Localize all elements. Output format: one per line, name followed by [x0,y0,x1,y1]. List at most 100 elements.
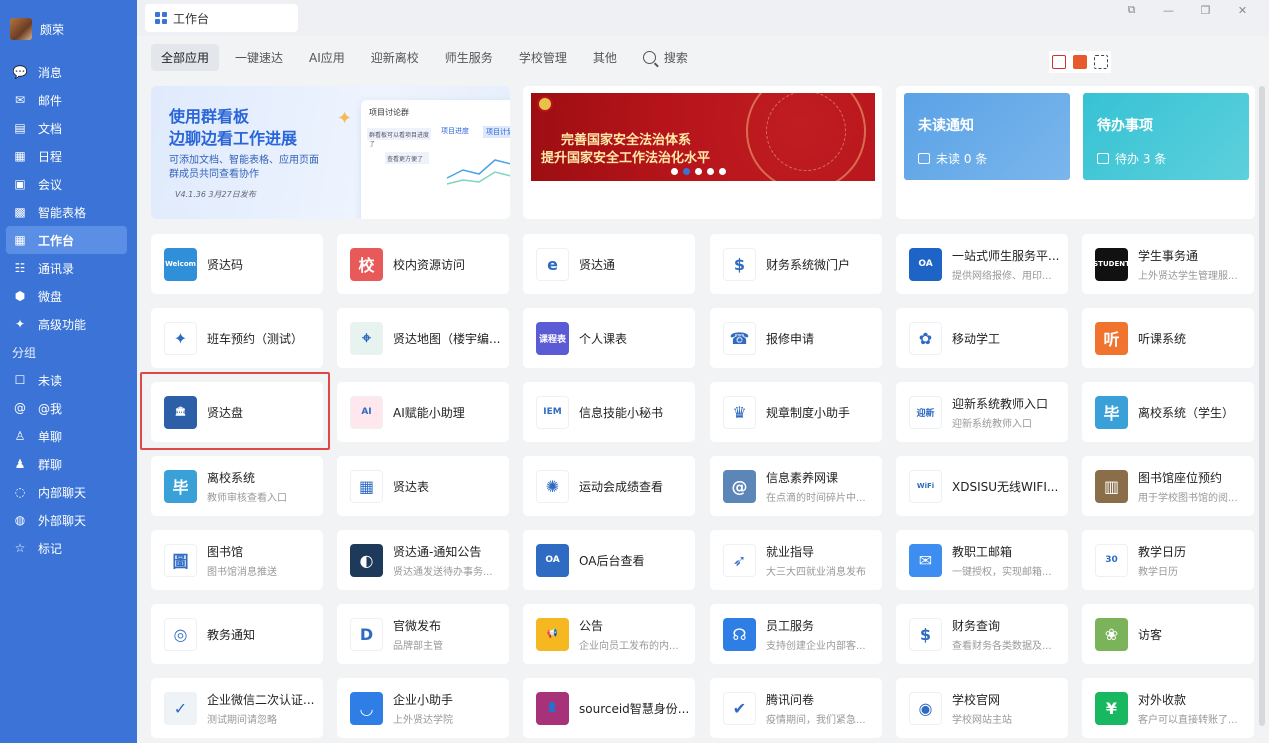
carousel-dot[interactable] [719,168,726,175]
plugin-icon-a[interactable] [1052,55,1067,69]
category-tab[interactable]: 学校管理 [509,44,577,71]
app-tile[interactable]: $ 财务系统微门户 [710,234,882,294]
app-tile[interactable]: ◉ 学校官网 学校网站主站 [896,678,1068,738]
search-button[interactable]: 搜索 [633,44,698,71]
app-tile[interactable]: ➶ 就业指导 大三大四就业消息发布 [710,530,882,590]
maximize-icon[interactable]: ❐ [1187,2,1224,18]
unread-title: 未读通知 [918,118,974,134]
app-tile[interactable]: OA OA后台查看 [523,530,695,590]
minimize-icon[interactable]: — [1150,2,1187,18]
app-name: 信息素养网课 [766,470,839,485]
app-tile[interactable]: ¥ 对外收款 客户可以直接转账了... [1082,678,1254,738]
notice-panel: 未读通知 未读 0 条 待办事项 待办 3 条 [896,86,1255,219]
app-desc: 教师审核查看入口 [207,492,287,504]
app-tile[interactable]: ◡ 企业小助手 上外贤达学院 [337,678,509,738]
app-tile[interactable]: D 官微发布 品牌部主管 [337,604,509,664]
app-icon: WiFi [909,469,942,503]
sidebar-item-mail[interactable]: ✉ 邮件 [0,86,137,114]
promo-mockup: 项目讨论群 群看板可以看项目进度了 查看更方便了 项目进度 项目计划 [361,100,510,219]
app-tile[interactable]: WiFi XDSISU无线WIFI... [896,456,1068,516]
sidebar-item-meeting[interactable]: ▣ 会议 [0,170,137,198]
carousel-dot[interactable] [683,168,690,175]
sidebar-item-drive[interactable]: ⬢ 微盘 [0,282,137,310]
app-tile[interactable]: e 贤达通 [523,234,695,294]
scrollbar[interactable] [1259,86,1265,726]
app-tile[interactable]: OA 一站式师生服务平... 提供网络报修、用印... [896,234,1068,294]
sidebar-group-star[interactable]: ☆ 标记 [0,534,137,562]
app-tile[interactable]: 校校内资源访问 [337,234,509,294]
todo-card[interactable]: 待办事项 待办 3 条 [1083,93,1249,180]
app-tile[interactable]: IEM 信息技能小秘书 [523,382,695,442]
sidebar-group-internal-chat[interactable]: ◌ 内部聊天 [0,478,137,506]
app-tile[interactable]: 🏛 贤达盘 [151,382,323,442]
app-tile[interactable]: ❀ 访客 [1082,604,1254,664]
sidebar-group-single-chat[interactable]: ♙ 单聊 [0,422,137,450]
app-tile[interactable]: ✦ 班车预约（测试） [151,308,323,368]
sidebar-item-document[interactable]: ▤ 文档 [0,114,137,142]
sidebar-item-message[interactable]: 💬 消息 [0,58,137,86]
sidebar-item-contacts[interactable]: ☷ 通讯录 [0,254,137,282]
carousel-slide[interactable]: 完善国家安全法治体系 提升国家安全工作法治化水平 [531,93,875,181]
carousel-dot[interactable] [671,168,678,175]
app-tile[interactable]: 听听课系统 [1082,308,1254,368]
news-carousel[interactable]: 完善国家安全法治体系 提升国家安全工作法治化水平 [523,86,882,219]
scan-icon[interactable] [1093,55,1108,69]
app-tile[interactable]: ◐ 贤达通-通知公告 贤达通发送待办事务... [337,530,509,590]
app-name: 报修申请 [766,331,815,346]
app-tile[interactable]: ✉ 教职工邮箱 一键授权，实现邮箱... [896,530,1068,590]
app-tile[interactable]: @ 信息素养网课 在点滴的时间碎片中... [710,456,882,516]
category-label: 搜索 [663,51,688,65]
app-tile[interactable]: ◎ 教务通知 [151,604,323,664]
close-icon[interactable]: ✕ [1224,2,1261,18]
app-tile[interactable]: 圖图书馆 图书馆消息推送 [151,530,323,590]
app-icon: AI [350,395,383,429]
app-tile[interactable]: 迎新 迎新系统教师入口 迎新系统教师入口 [896,382,1068,442]
app-tile[interactable]: ☎ 报修申请 [710,308,882,368]
sidebar-item-workbench[interactable]: ▦ 工作台 [6,226,127,254]
profile[interactable]: 颇荣 [0,0,137,58]
app-tile[interactable]: 毕离校系统（学生） [1082,382,1254,442]
tab-workbench[interactable]: 工作台 [145,4,298,32]
app-tile[interactable]: AI AI赋能小助理 [337,382,509,442]
app-tile[interactable]: ✔ 腾讯问卷 疫情期间，我们紧急... [710,678,882,738]
plugin-icon-b[interactable] [1072,55,1087,69]
app-tile[interactable]: ▦ 贤达表 [337,456,509,516]
app-tile[interactable]: ✺ 运动会成绩查看 [523,456,695,516]
sidebar-group-group-chat[interactable]: ♟ 群聊 [0,450,137,478]
app-tile[interactable]: Welcom 贤达码 [151,234,323,294]
sidebar-group-unread[interactable]: ☐ 未读 [0,366,137,394]
category-tab[interactable]: 师生服务 [435,44,503,71]
category-tab[interactable]: 其他 [583,44,627,71]
app-tile[interactable]: 30 教学日历 教学日历 [1082,530,1254,590]
app-tile[interactable]: ♛ 规章制度小助手 [710,382,882,442]
sidebar-item-advanced[interactable]: ✦ 高级功能 [0,310,137,338]
sidebar-group-mention[interactable]: @ @我 [0,394,137,422]
avatar[interactable] [10,18,32,40]
sidebar-group-external-chat[interactable]: ◍ 外部聊天 [0,506,137,534]
app-tile[interactable]: 课程表 个人课表 [523,308,695,368]
app-tile[interactable]: ▥ 图书馆座位预约 用于学校图书馆的阅... [1082,456,1254,516]
app-tile[interactable]: ☊ 员工服务 支持创建企业内部客... [710,604,882,664]
app-tile[interactable]: 📢 公告 企业向员工发布的内... [523,604,695,664]
carousel-dot[interactable] [707,168,714,175]
unread-notice-card[interactable]: 未读通知 未读 0 条 [904,93,1070,180]
category-tab[interactable]: AI应用 [299,44,355,71]
app-tile[interactable]: $ 财务查询 查看财务各类数据及... [896,604,1068,664]
category-tab[interactable]: 迎新离校 [361,44,429,71]
category-tab[interactable]: 全部应用 [151,44,220,71]
pin-icon[interactable]: ⧉ [1113,2,1150,18]
carousel-dot[interactable] [695,168,702,175]
app-tile[interactable]: 毕离校系统 教师审核查看入口 [151,456,323,516]
app-tile[interactable]: STUDENT 学生事务通 上外贤达学生管理服... [1082,234,1254,294]
mock-line-chart-icon [446,159,510,185]
promo-desc-1: 可添加文档、智能表格、应用页面 [169,155,319,166]
app-tile[interactable]: 👤 sourceid智慧身份... [523,678,695,738]
promo-banner[interactable]: 使用群看板 边聊边看工作进展 可添加文档、智能表格、应用页面 群成员共同查看协作… [151,86,510,219]
mail-icon: ✉ [14,93,26,107]
app-tile[interactable]: ✓ 企业微信二次认证... 测试期间请忽略 [151,678,323,738]
sidebar-item-smart-table[interactable]: ▩ 智能表格 [0,198,137,226]
category-tab[interactable]: 一键速达 [225,44,293,71]
app-tile[interactable]: ✿ 移动学工 [896,308,1068,368]
app-tile[interactable]: ⌖ 贤达地图（楼宇编... [337,308,509,368]
sidebar-item-calendar[interactable]: ▦ 日程 [0,142,137,170]
